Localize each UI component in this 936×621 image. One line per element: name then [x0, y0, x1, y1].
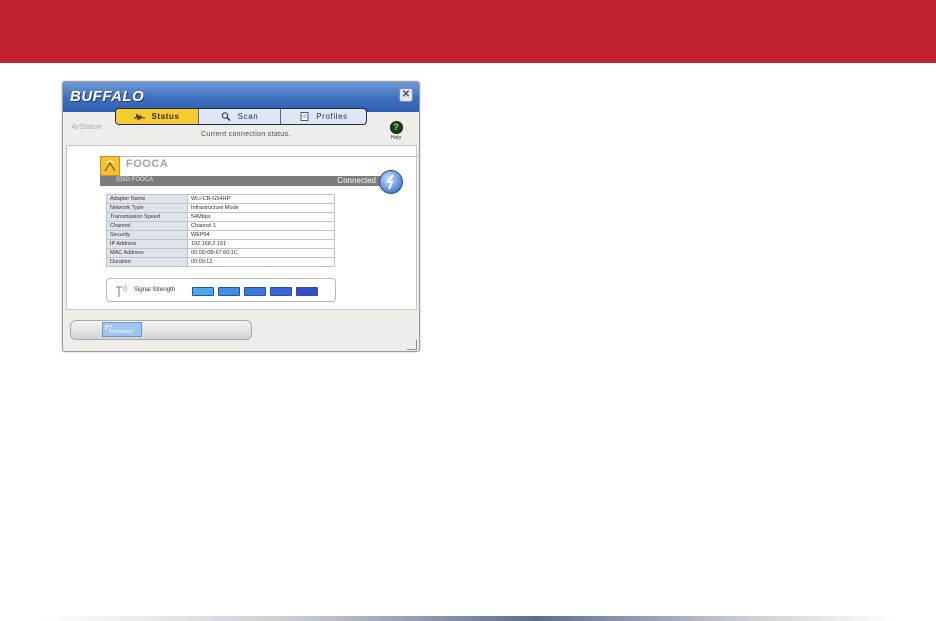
- connection-lightning-icon: [379, 170, 403, 194]
- signal-bar: [296, 287, 318, 296]
- detail-row: Adapter Name WLI-CB-G54HP: [106, 194, 335, 204]
- status-subheader: AirStation Current connection status. ? …: [63, 121, 419, 142]
- detail-key: Adapter Name: [106, 194, 188, 204]
- antenna-icon: [116, 283, 127, 297]
- detail-value: WLI-CB-G54HP: [187, 194, 335, 204]
- detail-row: Channel Channel 1: [106, 221, 335, 231]
- signal-wave-icon: [134, 113, 146, 121]
- buffalo-client-window: BUFFALO ✕ Status Scan Profiles AirStatio…: [62, 81, 420, 352]
- detail-value: 00:00:12: [187, 257, 335, 267]
- detail-value: 192.168.2.151: [187, 239, 335, 249]
- page-footer-rule: [40, 616, 896, 621]
- reconnect-label: Reconnect: [109, 329, 133, 335]
- tab-bar: Status Scan Profiles: [115, 108, 367, 125]
- access-point-icon: [100, 156, 120, 176]
- detail-row: Transmission Speed 54Mbps: [106, 212, 335, 222]
- connection-details-table: Adapter Name WLI-CB-G54HP Network Type Infr…: [106, 194, 335, 267]
- airstation-label: AirStation: [71, 124, 102, 131]
- signal-strength-box: Signal Strength: [106, 278, 336, 302]
- connection-state: Connected: [337, 176, 376, 185]
- detail-key: IP Address: [106, 239, 188, 249]
- reconnect-button[interactable]: Reconnect: [102, 322, 142, 337]
- detail-key: Duration: [106, 257, 188, 267]
- tab-profiles[interactable]: Profiles: [281, 109, 366, 124]
- detail-key: MAC Address: [106, 248, 188, 258]
- detail-key: Network Type: [106, 203, 188, 213]
- signal-bar: [270, 287, 292, 296]
- ssid-text: SSID:FOOCA: [116, 177, 154, 183]
- bottom-toolbar: Reconnect: [70, 320, 252, 340]
- network-name: FOOCA: [126, 158, 169, 170]
- signal-bars: [192, 287, 318, 296]
- tab-status[interactable]: Status: [116, 109, 199, 124]
- document-icon: [300, 112, 309, 121]
- buffalo-logo: BUFFALO: [70, 88, 145, 105]
- connection-status-message: Current connection status.: [201, 131, 291, 138]
- help-label: Help: [390, 135, 402, 141]
- help-button[interactable]: ? Help: [388, 121, 404, 141]
- signal-bar: [218, 287, 240, 296]
- detail-key: Channel: [106, 221, 188, 231]
- signal-bar: [244, 287, 266, 296]
- tab-profiles-label: Profiles: [316, 112, 348, 121]
- detail-row: MAC Address 00:0D:0B:67:60:1C: [106, 248, 335, 258]
- detail-value: Channel 1: [187, 221, 335, 231]
- resize-grip[interactable]: [407, 340, 417, 350]
- magnifier-icon: [221, 112, 231, 121]
- detail-value: Infrastructure Mode: [187, 203, 335, 213]
- tab-scan-label: Scan: [237, 112, 259, 121]
- signal-strength-label: Signal Strength: [134, 287, 176, 293]
- ssid-bar: SSID:FOOCA Connected: [100, 176, 388, 186]
- detail-key: Security: [106, 230, 188, 240]
- detail-row: Duration 00:00:12: [106, 257, 335, 267]
- detail-value: 00:0D:0B:67:60:1C: [187, 248, 335, 258]
- tab-status-label: Status: [151, 112, 180, 121]
- detail-key: Transmission Speed: [106, 212, 188, 222]
- detail-row: Network Type Infrastructure Mode: [106, 203, 335, 213]
- detail-row: IP Address 192.168.2.151: [106, 239, 335, 249]
- status-panel: FOOCA SSID:FOOCA Connected Adapter Name W…: [66, 145, 419, 310]
- close-button[interactable]: ✕: [399, 88, 413, 102]
- detail-row: Security WEP64: [106, 230, 335, 240]
- page-header-band: [0, 0, 936, 63]
- detail-value: WEP64: [187, 230, 335, 240]
- tab-scan[interactable]: Scan: [199, 109, 281, 124]
- detail-value: 54Mbps: [187, 212, 335, 222]
- signal-bar: [192, 287, 214, 296]
- help-icon: ?: [389, 121, 403, 134]
